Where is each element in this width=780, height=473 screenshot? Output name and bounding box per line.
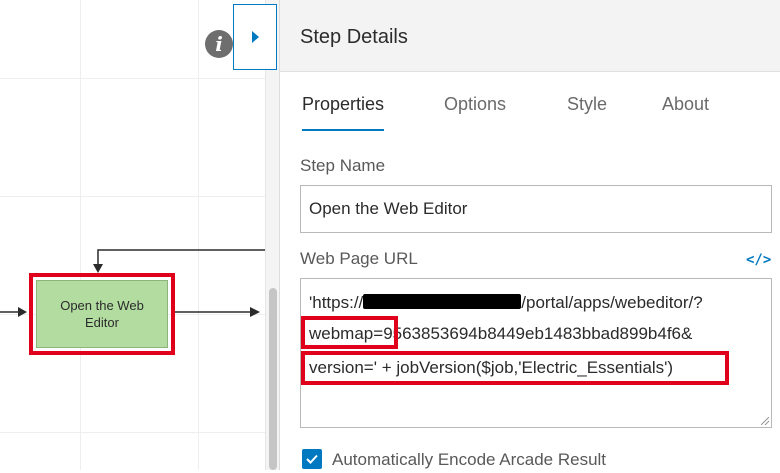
url-prefix: 'https:// — [309, 293, 364, 312]
loop-arrowhead — [93, 264, 103, 273]
scrollbar-thumb[interactable] — [269, 288, 277, 470]
tab-properties[interactable]: Properties — [302, 94, 385, 131]
redacted-host — [363, 294, 522, 309]
step-name-input[interactable] — [300, 185, 772, 233]
step-details-panel: Step Details Properties Options Style Ab… — [279, 0, 780, 470]
panel-title: Step Details — [300, 26, 408, 48]
tab-about[interactable]: About — [662, 94, 709, 129]
incoming-arrowhead — [18, 307, 27, 317]
web-page-url-textarea[interactable]: 'https:// /portal/apps/webeditor/? webmap… — [300, 278, 772, 428]
panel-tabs: Properties Options Style About — [300, 94, 760, 136]
url-line-3: version=' + jobVersion($job,'Electric_Es… — [309, 358, 674, 377]
code-icon[interactable]: </> — [746, 252, 771, 268]
url-path: /portal/apps/webeditor/? — [521, 293, 703, 312]
connector-lines — [0, 249, 265, 317]
canvas-scrollbar[interactable] — [265, 0, 280, 470]
webmap-id: 9563853694b8449eb1483bbad899b4f6& — [383, 324, 693, 343]
workflow-canvas[interactable]: Open the Web Editor i — [0, 0, 265, 470]
panel-header: Step Details — [280, 0, 780, 72]
loop-connector — [97, 249, 265, 266]
encode-arcade-checkbox[interactable] — [302, 449, 322, 469]
webmap-key: webmap= — [309, 324, 384, 343]
resize-grip-icon[interactable] — [761, 417, 769, 425]
checkmark-icon — [306, 454, 318, 464]
url-line-1: 'https:// /portal/apps/webeditor/? — [309, 293, 703, 313]
step-node-label: Open the Web Editor — [60, 298, 144, 330]
info-icon[interactable]: i — [205, 30, 233, 58]
workflow-step-node[interactable]: Open the Web Editor — [36, 280, 168, 348]
encode-arcade-label: Automatically Encode Arcade Result — [332, 450, 607, 469]
collapse-panel-button[interactable] — [233, 4, 277, 70]
web-page-url-label: Web Page URL — [300, 249, 418, 268]
tab-style[interactable]: Style — [567, 94, 607, 129]
outgoing-arrowhead — [250, 307, 260, 317]
chevron-right-icon — [251, 31, 259, 43]
step-name-label: Step Name — [300, 156, 386, 175]
tab-options[interactable]: Options — [444, 94, 506, 129]
url-line-2: webmap=9563853694b8449eb1483bbad899b4f6& — [309, 324, 692, 344]
